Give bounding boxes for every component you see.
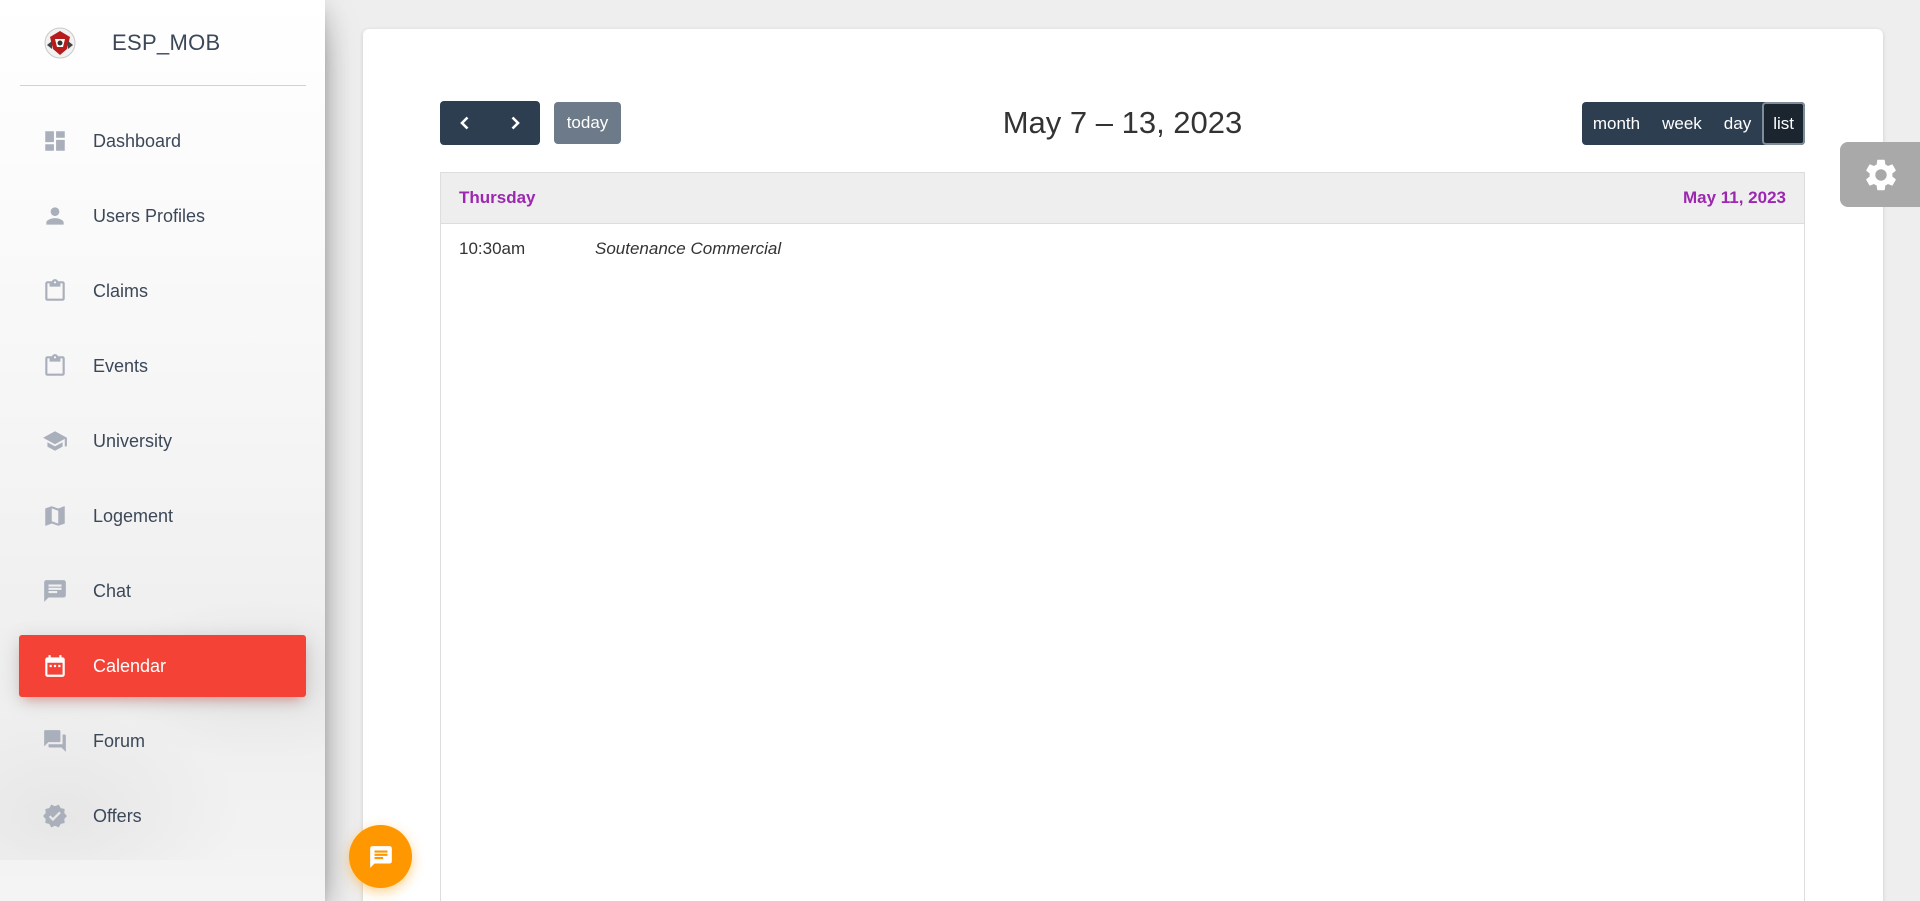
- view-day-button[interactable]: day: [1713, 102, 1762, 145]
- gear-icon: [1866, 159, 1896, 190]
- sidebar: ESP_MOB Dashboard Users Profiles Claims …: [0, 0, 325, 901]
- sidebar-item-label: University: [93, 430, 173, 451]
- brand-name: ESP_MOB: [112, 29, 221, 55]
- sidebar-item-offers[interactable]: Offers: [19, 785, 306, 847]
- person-icon: [41, 202, 69, 230]
- sidebar-item-university[interactable]: University: [19, 410, 306, 472]
- view-switcher: month week day list: [1581, 102, 1805, 145]
- chat-icon: [41, 577, 69, 605]
- view-list-button[interactable]: list: [1762, 102, 1805, 145]
- list-event-row[interactable]: 10:30am Soutenance Commercial: [441, 224, 1804, 274]
- chat-fab-button[interactable]: [349, 825, 412, 888]
- forum-icon: [41, 727, 69, 755]
- sidebar-item-events[interactable]: Events: [19, 335, 306, 397]
- sidebar-item-label: Calendar: [93, 655, 167, 676]
- sidebar-item-chat[interactable]: Chat: [19, 560, 306, 622]
- view-month-button[interactable]: month: [1582, 102, 1651, 145]
- list-day-date[interactable]: May 11, 2023: [1683, 188, 1786, 208]
- sidebar-item-dashboard[interactable]: Dashboard: [19, 110, 306, 172]
- calendar-icon: [41, 652, 69, 680]
- list-day-header: Thursday May 11, 2023: [441, 173, 1804, 224]
- calendar-list-view: Thursday May 11, 2023 10:30am Soutenance…: [440, 172, 1805, 901]
- sidebar-nav: Dashboard Users Profiles Claims Events U…: [19, 110, 306, 860]
- sidebar-item-label: Users Profiles: [93, 205, 206, 226]
- sidebar-item-label: Events: [93, 355, 149, 376]
- sidebar-item-label: Logement: [93, 505, 174, 526]
- brand-logo: [44, 27, 76, 58]
- sidebar-item-calendar[interactable]: Calendar: [19, 635, 306, 697]
- sidebar-item-label: Chat: [93, 580, 132, 601]
- settings-toggle[interactable]: [1840, 142, 1920, 207]
- clipboard-icon: [41, 352, 69, 380]
- sidebar-item-label: Forum: [93, 730, 146, 751]
- sidebar-item-label: Claims: [93, 280, 149, 301]
- brand[interactable]: ESP_MOB: [20, 0, 306, 86]
- clipboard-icon: [41, 277, 69, 305]
- dashboard-icon: [41, 127, 69, 155]
- sidebar-item-claims[interactable]: Claims: [19, 260, 306, 322]
- sidebar-item-users-profiles[interactable]: Users Profiles: [19, 185, 306, 247]
- event-time: 10:30am: [459, 239, 526, 258]
- view-week-button[interactable]: week: [1651, 102, 1713, 145]
- sidebar-item-logement[interactable]: Logement: [19, 485, 306, 547]
- school-icon: [41, 427, 69, 455]
- event-title[interactable]: Soutenance Commercial: [595, 239, 781, 259]
- list-day-name[interactable]: Thursday: [459, 188, 536, 208]
- verified-icon: [41, 802, 69, 830]
- calendar-toolbar: today May 7 – 13, 2023 month week day li…: [440, 101, 1805, 145]
- map-icon: [41, 502, 69, 530]
- calendar-card: today May 7 – 13, 2023 month week day li…: [363, 29, 1883, 901]
- sidebar-item-forum[interactable]: Forum: [19, 710, 306, 772]
- sidebar-item-label: Dashboard: [93, 130, 182, 151]
- chat-bubble-icon: [369, 845, 392, 868]
- sidebar-item-label: Offers: [93, 805, 142, 826]
